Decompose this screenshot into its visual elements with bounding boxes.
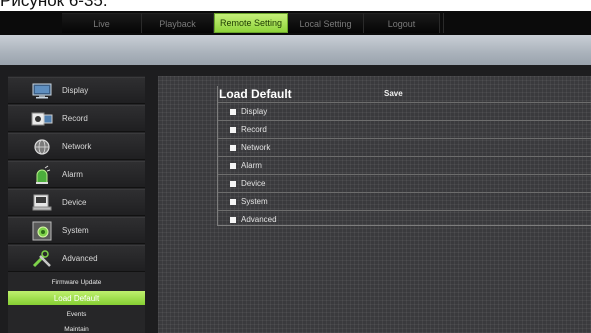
sidebar-item-system[interactable]: System xyxy=(8,217,145,244)
subitem-events[interactable]: Events xyxy=(8,307,145,321)
checkbox[interactable] xyxy=(230,162,236,169)
option-alarm[interactable]: Alarm xyxy=(218,156,591,174)
option-label: System xyxy=(241,197,268,206)
checkbox[interactable] xyxy=(230,216,236,223)
tab-remote-setting-label: Remote Setting xyxy=(219,18,283,28)
sidebar-item-label: Device xyxy=(62,198,87,207)
option-label: Alarm xyxy=(241,161,262,170)
device-icon xyxy=(30,193,54,213)
option-label: Device xyxy=(241,179,266,188)
header-band xyxy=(0,35,591,65)
option-display[interactable]: Display xyxy=(218,102,591,120)
option-record[interactable]: Record xyxy=(218,120,591,138)
monitor-icon xyxy=(30,81,54,101)
siren-icon xyxy=(30,165,54,185)
panel-title: Load Default xyxy=(219,87,292,101)
system-icon xyxy=(30,221,54,241)
globe-icon xyxy=(30,137,54,157)
tab-logout[interactable]: Logout xyxy=(364,13,440,33)
tab-local-setting[interactable]: Local Setting xyxy=(288,13,364,33)
checkbox[interactable] xyxy=(230,198,236,205)
sidebar-item-advanced[interactable]: Advanced xyxy=(8,245,145,272)
subitem-maintain[interactable]: Maintain xyxy=(8,322,145,333)
option-advanced[interactable]: Advanced xyxy=(218,210,591,228)
tools-icon xyxy=(30,249,54,269)
checkbox[interactable] xyxy=(230,108,236,115)
sidebar-item-record[interactable]: Record xyxy=(8,105,145,132)
option-label: Record xyxy=(241,125,267,134)
option-system[interactable]: System xyxy=(218,192,591,210)
sidebar-item-alarm[interactable]: Alarm xyxy=(8,161,145,188)
subitem-firmware-update[interactable]: Firmware Update xyxy=(8,275,145,289)
option-device[interactable]: Device xyxy=(218,174,591,192)
figure-caption: Рисунок 6-35. xyxy=(0,0,108,10)
tab-logout-label: Logout xyxy=(387,18,416,29)
option-label: Display xyxy=(241,107,268,116)
tab-divider xyxy=(440,13,444,33)
sidebar-item-label: Alarm xyxy=(62,170,83,179)
checkbox[interactable] xyxy=(230,126,236,133)
sidebar-item-label: Network xyxy=(62,142,92,151)
tab-local-setting-label: Local Setting xyxy=(299,18,352,29)
save-button[interactable]: Save xyxy=(384,88,403,100)
sidebar-item-label: Record xyxy=(62,114,88,123)
tab-remote-setting[interactable]: Remote Setting xyxy=(214,13,288,33)
sidebar-item-device[interactable]: Device xyxy=(8,189,145,216)
panel-header: Load Default Save xyxy=(218,86,591,102)
checkbox[interactable] xyxy=(230,180,236,187)
tab-live-label: Live xyxy=(93,18,110,29)
tab-live[interactable]: Live xyxy=(62,13,142,33)
sidebar-item-network[interactable]: Network xyxy=(8,133,145,160)
subitem-load-default[interactable]: Load Default xyxy=(8,291,145,305)
option-label: Network xyxy=(241,143,271,152)
camera-icon xyxy=(30,109,54,129)
sidebar-item-display[interactable]: Display xyxy=(8,77,145,104)
option-label: Advanced xyxy=(241,215,277,224)
top-navigation: Live Playback Remote Setting Local Setti… xyxy=(62,13,444,33)
sidebar-item-label: Display xyxy=(62,86,89,95)
load-default-panel: Load Default Save Display Record Network… xyxy=(217,86,591,226)
option-network[interactable]: Network xyxy=(218,138,591,156)
tab-playback[interactable]: Playback xyxy=(142,13,214,33)
sidebar-item-label: Advanced xyxy=(62,254,98,263)
checkbox[interactable] xyxy=(230,144,236,151)
tab-playback-label: Playback xyxy=(159,18,196,29)
sidebar-item-label: System xyxy=(62,226,89,235)
